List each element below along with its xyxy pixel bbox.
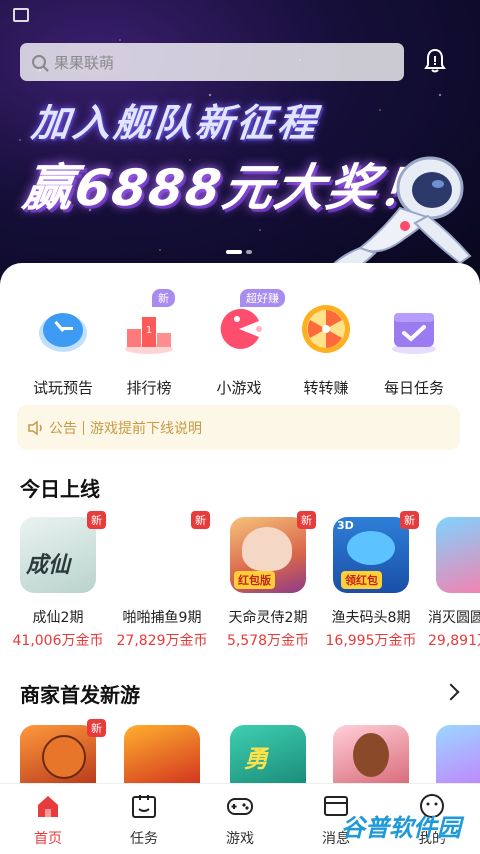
astronaut-illustration	[328, 156, 472, 275]
game-thumbnail	[333, 725, 409, 785]
speaker-icon	[28, 420, 42, 435]
game-card[interactable]: 新 啪啪捕鱼9期 27,829万金币	[110, 511, 214, 650]
quick-action-label: 每日任务	[383, 379, 444, 397]
game-card[interactable]	[110, 725, 214, 785]
fish-illustration	[347, 531, 395, 565]
home-icon	[38, 796, 58, 817]
pacman-icon	[220, 308, 262, 349]
nav-item-tasks[interactable]: 任务	[104, 792, 184, 848]
character-portrait	[242, 527, 292, 571]
promo-banner[interactable]: 果果联萌 加入舰队新征程 赢6888元大奖！	[0, 0, 480, 285]
task-check-icon	[392, 313, 436, 354]
quick-action-label: 小游戏	[216, 379, 262, 397]
game-thumbnail	[436, 725, 480, 785]
game-card[interactable]: 消灭圆圆 29,891万	[422, 517, 480, 650]
announcement-bar[interactable]: 公告 游戏提前下线说明	[17, 405, 460, 450]
game-coin-reward: 41,006万金币	[12, 633, 104, 649]
game-name: 天命灵侍2期	[228, 610, 308, 626]
new-badge: 新	[400, 511, 419, 529]
game-coin-reward: 16,995万金币	[325, 633, 417, 649]
carousel-dot-active	[226, 250, 242, 254]
game-thumbnail: 3D 领红包	[333, 517, 409, 593]
thumbnail-text: 领红包	[341, 571, 382, 589]
game-thumbnail	[124, 517, 200, 593]
search-bar[interactable]: 果果联萌	[20, 43, 404, 81]
bell-icon[interactable]	[424, 48, 446, 74]
announcement-label: 公告	[49, 420, 77, 437]
new-badge: 新	[191, 511, 210, 529]
svg-text:1: 1	[146, 325, 152, 336]
game-name: 渔夫码头8期	[331, 610, 411, 626]
game-name: 成仙2期	[32, 610, 84, 626]
game-card[interactable]: 新	[6, 719, 110, 785]
banner-headline: 加入舰队新征程	[29, 101, 321, 145]
game-coin-reward: 27,829万金币	[116, 633, 208, 649]
quick-actions: 试玩预告 新 1 排行榜 超好赚 小游戏 转转赚 每日任务	[0, 289, 480, 397]
game-card[interactable]	[319, 725, 423, 785]
new-badge: 新	[87, 719, 106, 737]
carousel-indicator	[226, 250, 252, 254]
calendar-icon	[132, 795, 156, 818]
character-portrait	[353, 733, 389, 777]
carousel-dot	[246, 250, 252, 254]
gallery-status-icon	[13, 8, 29, 22]
basketball-illustration	[42, 735, 86, 779]
game-thumbnail: 勇	[230, 725, 306, 785]
quick-action-label: 转转赚	[303, 379, 349, 397]
watermark-logo: 谷普软件园	[341, 813, 461, 842]
search-input[interactable]: 果果联萌	[54, 52, 114, 73]
quick-action-trial-preview[interactable]: 试玩预告	[18, 293, 108, 398]
wheel-icon	[302, 305, 350, 353]
game-thumbnail: 成仙	[20, 517, 96, 593]
game-card[interactable]	[422, 725, 480, 785]
new-badge: 新	[87, 511, 106, 529]
thumbnail-3d-label: 3D	[337, 519, 354, 532]
thumbnail-text: 成仙	[26, 553, 71, 578]
game-name: 消灭圆圆	[428, 610, 480, 626]
new-badge: 新	[297, 511, 316, 529]
divider	[83, 420, 84, 435]
nav-label: 首页	[34, 831, 62, 847]
game-card[interactable]: 成仙 新 成仙2期 41,006万金币	[6, 511, 110, 650]
game-logo-art: 勇	[244, 745, 268, 773]
nav-label: 游戏	[226, 831, 254, 847]
quick-action-label: 试玩预告	[32, 379, 93, 397]
chevron-right-icon[interactable]	[442, 683, 460, 701]
game-thumbnail: 红包版	[230, 517, 306, 593]
quick-action-daily-task[interactable]: 每日任务	[369, 293, 459, 398]
announcement-text[interactable]: 游戏提前下线说明	[90, 418, 202, 438]
quick-action-mini-games[interactable]: 超好赚 小游戏	[194, 289, 285, 398]
game-thumbnail	[124, 725, 200, 785]
nav-label: 任务	[130, 831, 158, 847]
thumbnail-text: 红包版	[234, 571, 275, 589]
home-content: 试玩预告 新 1 排行榜 超好赚 小游戏 转转赚 每日任务 公告 游戏提前下线说…	[0, 263, 480, 785]
gamepad-icon	[227, 798, 253, 815]
game-card[interactable]: 红包版 新 天命灵侍2期 5,578万金币	[216, 511, 320, 650]
nav-item-games[interactable]: 游戏	[200, 792, 280, 848]
quick-action-label: 排行榜	[126, 379, 172, 397]
section-title-today: 今日上线	[20, 477, 100, 501]
clock-icon	[39, 313, 87, 352]
game-card[interactable]: 勇	[216, 725, 320, 785]
game-coin-reward: 29,891万	[428, 633, 480, 649]
game-card[interactable]: 3D 领红包 新 渔夫码头8期 16,995万金币	[319, 511, 423, 650]
search-icon	[32, 55, 46, 69]
game-thumbnail	[436, 517, 480, 593]
game-thumbnail	[20, 725, 96, 785]
nav-item-home[interactable]: 首页	[8, 792, 88, 848]
game-name: 啪啪捕鱼9期	[122, 610, 202, 626]
section-title-merchant: 商家首发新游	[20, 683, 140, 707]
podium-icon: 1	[125, 317, 173, 354]
quick-action-ranking[interactable]: 新 1 排行榜	[104, 289, 194, 398]
quick-action-spin-earn[interactable]: 转转赚	[281, 293, 371, 398]
game-coin-reward: 5,578万金币	[226, 633, 310, 649]
